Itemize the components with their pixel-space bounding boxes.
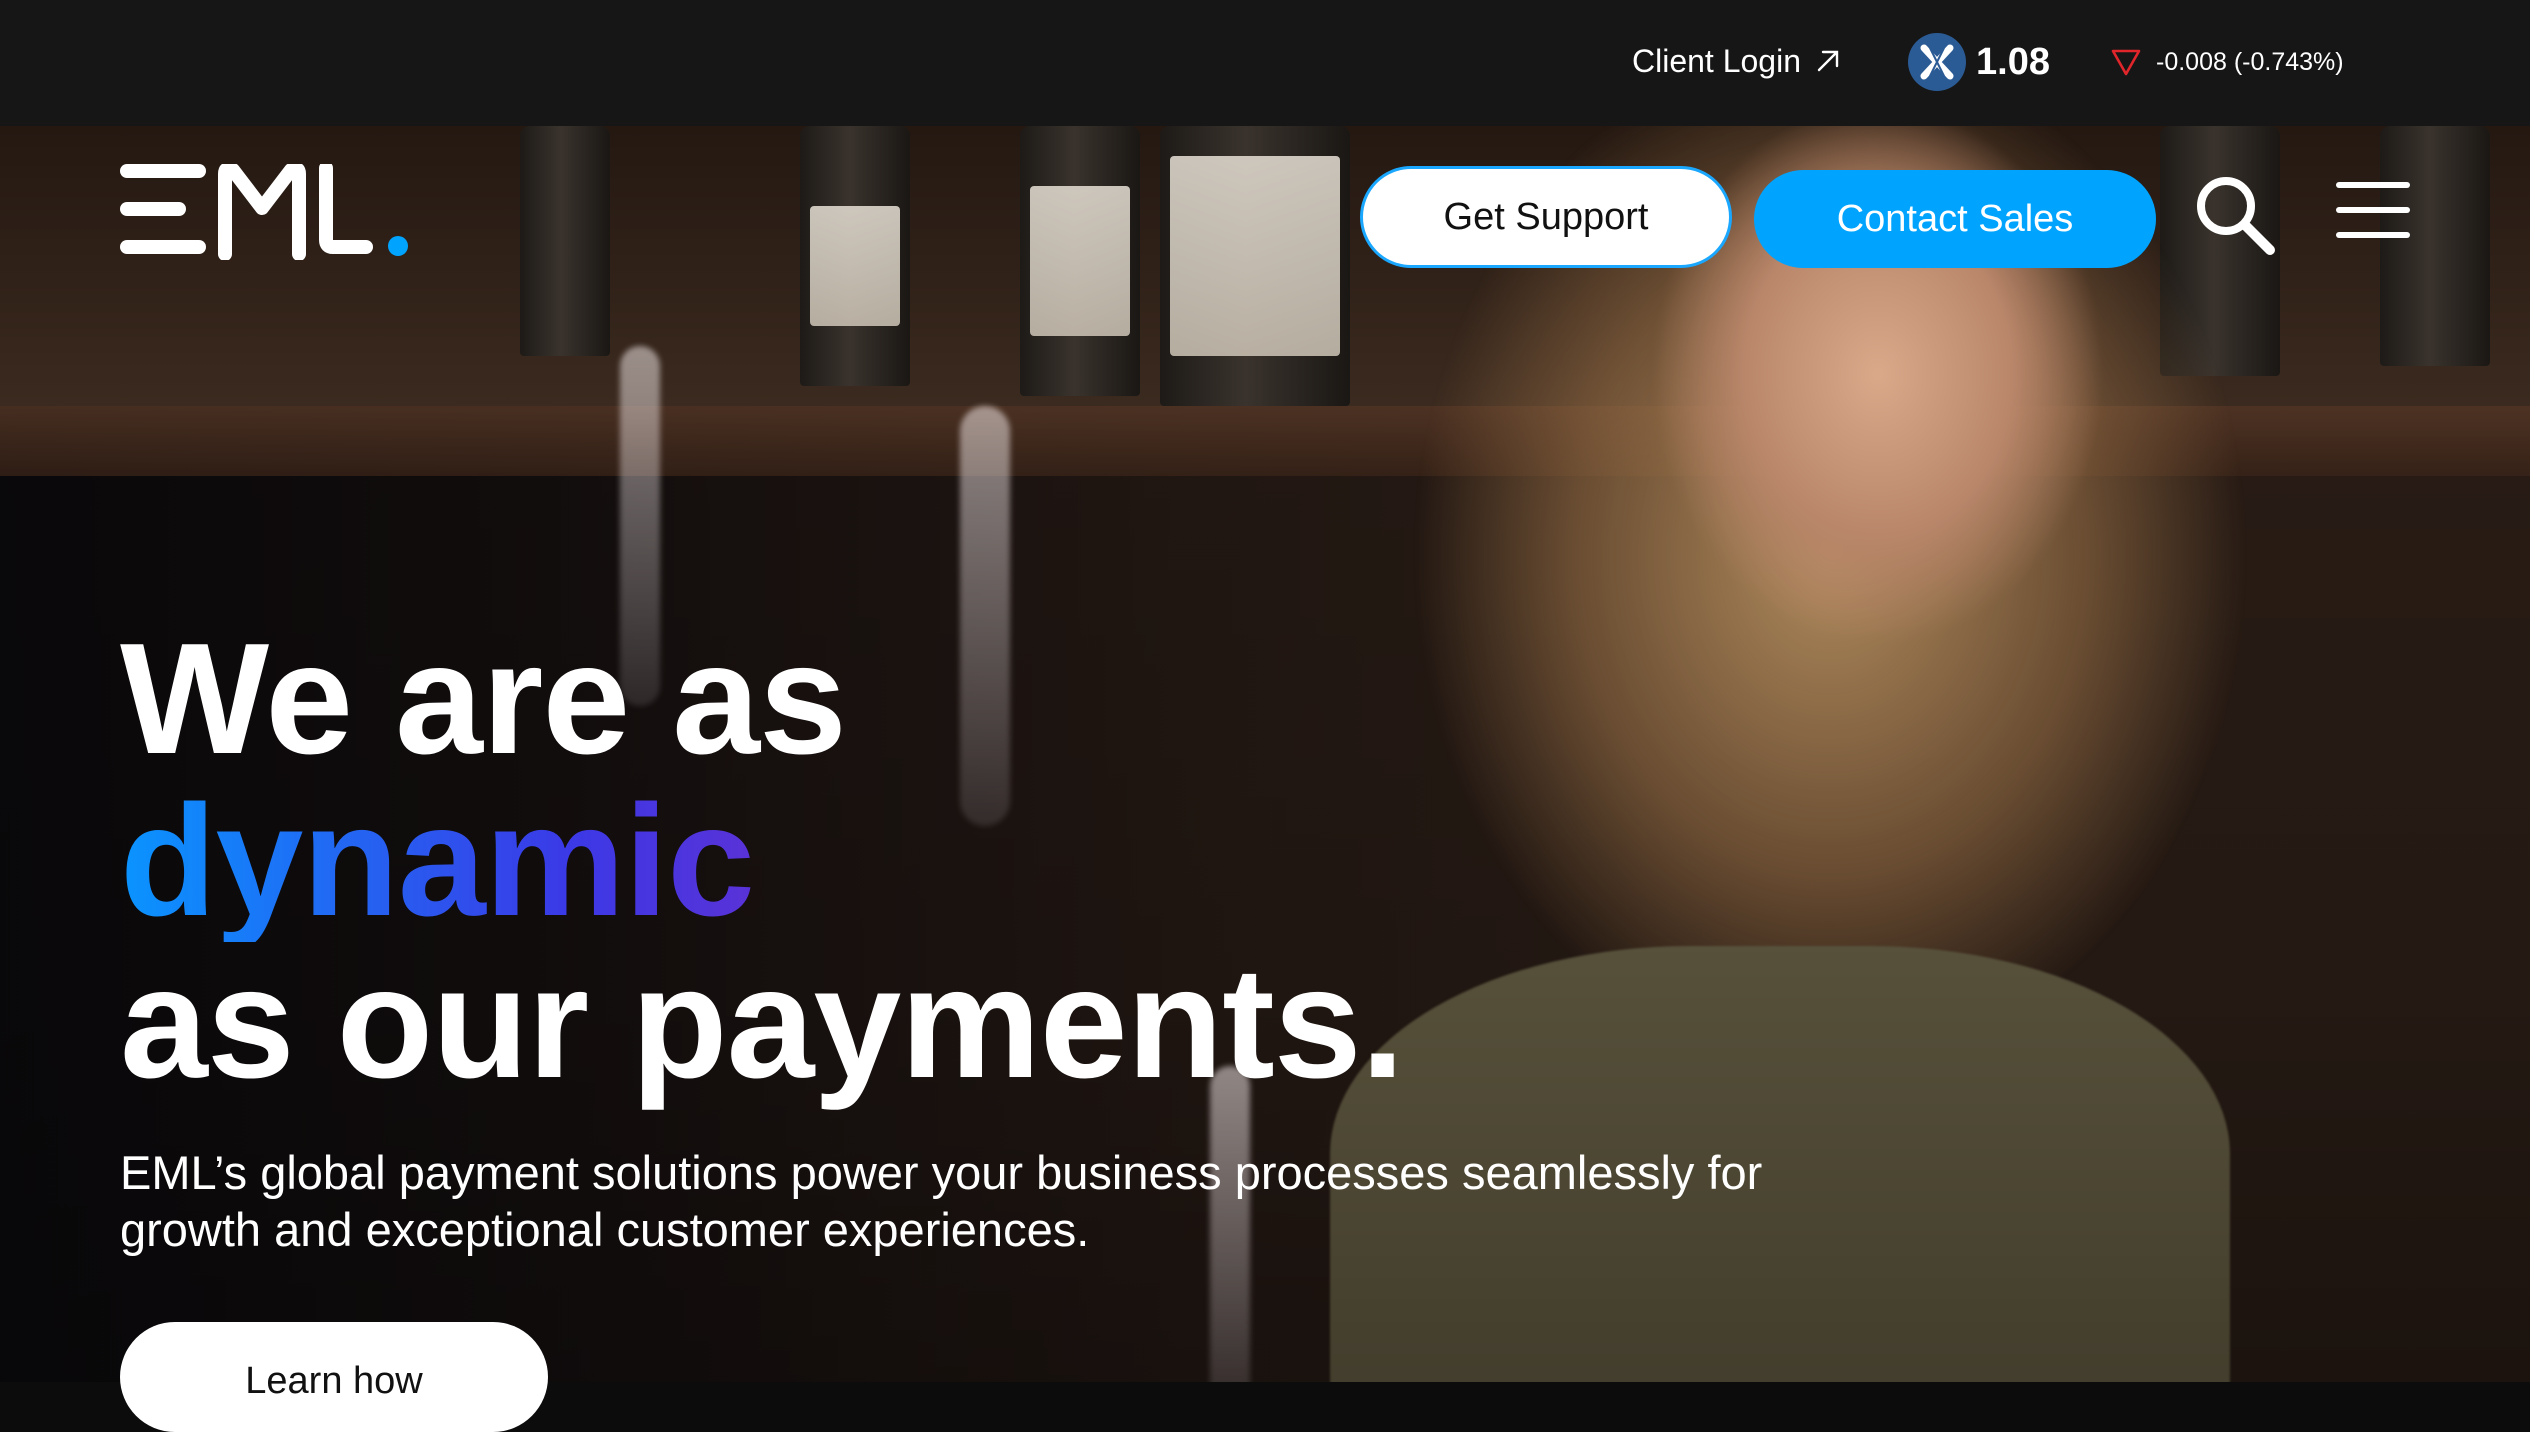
contact-sales-button[interactable]: Contact Sales <box>1754 170 2156 268</box>
get-support-button[interactable]: Get Support <box>1360 166 1732 268</box>
price-change-text: -0.008 (-0.743%) <box>2156 47 2344 76</box>
headline-line-1: We are as <box>120 611 847 787</box>
eml-logo[interactable] <box>120 161 420 261</box>
client-login-label: Client Login <box>1632 42 1801 79</box>
headline-line-3: as our payments. <box>120 935 1405 1111</box>
hero-description-line-2: growth and exceptional customer experien… <box>120 1203 1090 1256</box>
top-utility-bar: Client Login 1.08 -0.008 (-0.743%) <box>0 0 2530 126</box>
hamburger-menu-icon[interactable] <box>2336 178 2410 242</box>
headline-accent-word: dynamic <box>120 780 1404 942</box>
bottle-label-decoration <box>810 206 900 326</box>
client-login-link[interactable]: Client Login <box>1632 38 1843 84</box>
wine-bottle-decoration <box>2380 126 2490 366</box>
hero-description-line-1: EML’s global payment solutions power you… <box>120 1146 1763 1199</box>
hero-headline: We are as dynamic as our payments. <box>120 611 1405 1111</box>
price-change-group: -0.008 (-0.743%) <box>2110 42 2344 82</box>
arrow-up-right-icon <box>1817 50 1839 72</box>
share-price: 1.08 <box>1976 41 2050 83</box>
learn-how-button[interactable]: Learn how <box>120 1322 548 1432</box>
wine-bottle-decoration <box>520 126 610 356</box>
bottle-label-decoration <box>1030 186 1130 336</box>
bottle-label-decoration <box>1170 156 1340 356</box>
hero-description: EML’s global payment solutions power you… <box>120 1144 1820 1258</box>
search-icon[interactable] <box>2192 172 2278 258</box>
triangle-down-icon <box>2111 49 2141 76</box>
asx-logo-icon <box>1908 33 1966 91</box>
